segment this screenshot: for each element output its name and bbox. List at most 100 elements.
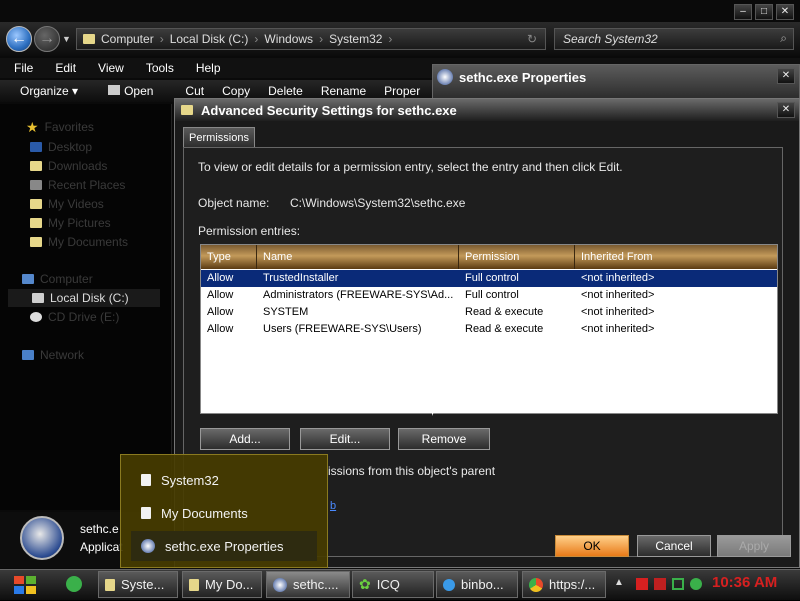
permission-entries-label: Permission entries: xyxy=(198,224,301,238)
column-inherited-from[interactable]: Inherited From xyxy=(575,245,777,269)
mouse-cursor-icon xyxy=(432,400,439,416)
breadcrumb-system32[interactable]: System32 xyxy=(329,32,382,46)
windows-logo-icon xyxy=(14,576,36,594)
column-type[interactable]: Type xyxy=(201,245,257,269)
table-row[interactable]: Allow SYSTEM Read & execute <not inherit… xyxy=(201,304,777,321)
menu-edit[interactable]: Edit xyxy=(55,61,76,75)
recent-pages-chevron-icon[interactable]: ▼ xyxy=(62,34,71,44)
jumplist-item-sethc-properties[interactable]: sethc.exe Properties xyxy=(131,531,317,561)
tab-permissions[interactable]: Permissions xyxy=(183,127,255,147)
address-bar[interactable]: Computer › Local Disk (C:) › Windows › Syst… xyxy=(76,28,546,50)
jumplist-item-system32[interactable]: System32 xyxy=(131,465,317,495)
nav-desktop-label: Desktop xyxy=(48,140,93,154)
menu-file[interactable]: File xyxy=(14,61,33,75)
row-permission: Read & execute xyxy=(465,323,544,335)
taskbar-item-my-documents[interactable]: My Do... xyxy=(182,571,262,598)
accessibility-icon xyxy=(437,69,453,85)
cut-button[interactable]: Cut xyxy=(185,84,204,98)
close-button[interactable]: ✕ xyxy=(776,4,794,20)
back-button[interactable]: ← xyxy=(6,26,32,52)
accessibility-icon xyxy=(141,539,155,553)
table-row[interactable]: Allow Administrators (FREEWARE-SYS\Ad...… xyxy=(201,287,777,304)
jumplist-item-my-documents[interactable]: My Documents xyxy=(131,498,317,528)
nav-downloads[interactable]: Downloads xyxy=(30,157,107,175)
organize-button[interactable]: Organize ▾ xyxy=(20,84,78,98)
cd-drive-icon xyxy=(30,312,42,322)
maximize-button[interactable]: □ xyxy=(755,4,773,20)
forward-button[interactable]: → xyxy=(34,26,60,52)
recent-places-icon xyxy=(30,180,42,190)
breadcrumb-local-disk[interactable]: Local Disk (C:) xyxy=(170,32,249,46)
column-name[interactable]: Name xyxy=(257,245,459,269)
refresh-icon[interactable]: ↻ xyxy=(527,32,537,46)
object-name-label: Object name: xyxy=(198,196,270,210)
nav-local-disk[interactable]: Local Disk (C:) xyxy=(8,289,160,307)
clock[interactable]: 10:36 AM xyxy=(712,574,777,591)
binbo-app-icon xyxy=(443,578,455,591)
rename-button[interactable]: Rename xyxy=(321,84,366,98)
apply-button[interactable]: Apply xyxy=(717,535,791,557)
chat-app-icon[interactable] xyxy=(66,576,82,592)
flag-icon[interactable] xyxy=(636,578,648,590)
nav-network[interactable]: Network xyxy=(22,346,84,364)
minimize-button[interactable]: – xyxy=(734,4,752,20)
start-button[interactable] xyxy=(8,571,42,598)
nav-recent-places[interactable]: Recent Places xyxy=(30,176,125,194)
volume-icon[interactable] xyxy=(690,578,702,590)
taskbar-item-label: Syste... xyxy=(121,577,165,592)
edit-button[interactable]: Edit... xyxy=(300,428,390,450)
taskbar-item-label: ICQ xyxy=(376,577,400,592)
menu-view[interactable]: View xyxy=(98,61,124,75)
taskbar-item-chrome[interactable]: https:/... xyxy=(522,571,606,598)
folder-icon xyxy=(141,507,151,519)
menu-help[interactable]: Help xyxy=(196,61,221,75)
permission-entries-list[interactable]: Type Name Permission Inherited From Allo… xyxy=(200,244,778,414)
add-button[interactable]: Add... xyxy=(200,428,290,450)
search-input[interactable]: Search System32 ⌕ xyxy=(554,28,794,50)
delete-button[interactable]: Delete xyxy=(268,84,303,98)
taskbar-item-system32[interactable]: Syste... xyxy=(98,571,178,598)
security-alert-icon[interactable] xyxy=(654,578,666,590)
table-row[interactable]: Allow Users (FREEWARE-SYS\Users) Read & … xyxy=(201,321,777,338)
folder-icon xyxy=(181,105,193,115)
icq-flower-icon: ✿ xyxy=(359,576,371,592)
taskbar-item-sethc[interactable]: sethc.... xyxy=(266,571,350,598)
cancel-button[interactable]: Cancel xyxy=(637,535,711,557)
network-status-icon[interactable] xyxy=(672,578,684,590)
table-row[interactable]: Allow TrustedInstaller Full control <not… xyxy=(201,270,777,287)
folder-icon xyxy=(141,474,151,486)
nav-recent-places-label: Recent Places xyxy=(48,178,126,192)
taskbar-thumbnail-menu: System32 My Documents sethc.exe Properti… xyxy=(120,454,328,568)
properties-button[interactable]: Proper xyxy=(384,84,420,98)
include-inheritable-label: issions from this object's parent xyxy=(328,464,496,478)
ok-button[interactable]: OK xyxy=(555,535,629,557)
column-permission[interactable]: Permission xyxy=(459,245,575,269)
nav-local-disk-label: Local Disk (C:) xyxy=(50,291,129,305)
open-button[interactable]: Open xyxy=(108,84,153,98)
copy-button[interactable]: Copy xyxy=(222,84,250,98)
nav-my-pictures[interactable]: My Pictures xyxy=(30,214,111,232)
nav-my-videos[interactable]: My Videos xyxy=(30,195,104,213)
taskbar-item-binbo[interactable]: binbo... xyxy=(436,571,518,598)
nav-cd-drive[interactable]: CD Drive (E:) xyxy=(30,308,119,326)
nav-my-documents-label: My Documents xyxy=(48,235,129,249)
menu-tools[interactable]: Tools xyxy=(146,61,174,75)
properties-close-button[interactable]: ✕ xyxy=(777,68,795,84)
nav-computer[interactable]: Computer xyxy=(22,270,93,288)
permission-help-link[interactable]: b xyxy=(330,500,336,512)
row-inherited: <not inherited> xyxy=(581,289,655,301)
jumplist-item-label: sethc.exe Properties xyxy=(165,538,284,554)
remove-button[interactable]: Remove xyxy=(398,428,490,450)
search-icon[interactable]: ⌕ xyxy=(780,31,787,46)
taskbar-item-label: https:/... xyxy=(549,577,596,592)
details-file-type: Applicat xyxy=(80,540,123,554)
nav-computer-label: Computer xyxy=(40,272,93,286)
nav-desktop[interactable]: Desktop xyxy=(30,138,92,156)
nav-favorites[interactable]: ★ Favorites xyxy=(26,118,94,136)
breadcrumb-windows[interactable]: Windows xyxy=(264,32,313,46)
taskbar-item-icq[interactable]: ✿ ICQ xyxy=(352,571,434,598)
tray-expand-icon[interactable]: ▲ xyxy=(614,577,624,588)
breadcrumb-computer[interactable]: Computer xyxy=(101,32,154,46)
nav-my-documents[interactable]: My Documents xyxy=(30,233,128,251)
dialog-close-button[interactable]: ✕ xyxy=(777,102,795,118)
